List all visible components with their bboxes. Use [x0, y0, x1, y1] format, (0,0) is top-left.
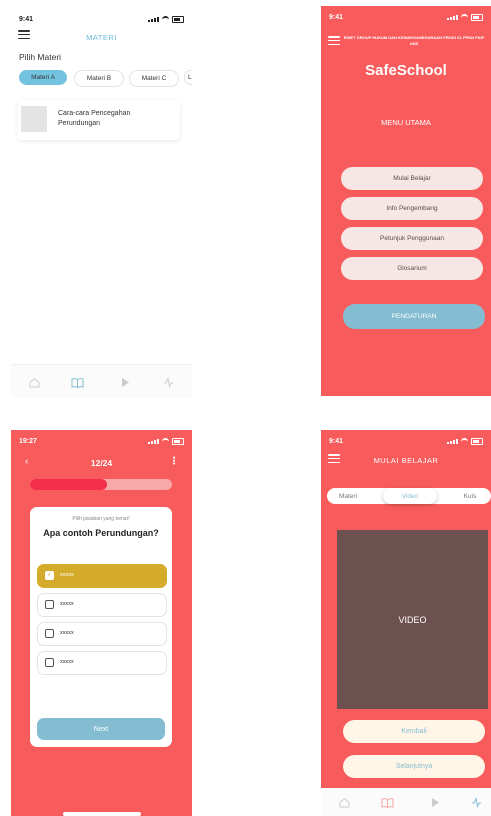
lesson-title: Cara-cara Pencegahan Perundungan	[58, 110, 131, 127]
bottom-nav	[11, 364, 192, 398]
wifi-icon	[461, 438, 468, 445]
answer-option-label: xxxxx	[60, 630, 74, 636]
home-indicator	[63, 812, 141, 816]
wifi-icon	[162, 438, 169, 445]
status-time: 9:41	[329, 14, 344, 21]
play-icon[interactable]	[431, 797, 440, 808]
question-hint: Pilih jawaban yang benar!	[72, 516, 130, 522]
question-counter: 12/24	[90, 458, 113, 468]
battery-icon	[172, 16, 184, 23]
status-time: 19:27	[19, 438, 37, 445]
menu-screen: 9:41 RISET GROUP HUKUM DAN KEWARGANEGARA…	[321, 6, 491, 396]
wifi-icon	[461, 14, 468, 21]
activity-icon[interactable]	[471, 797, 482, 808]
tab-materi[interactable]: Materi	[327, 488, 369, 504]
chip-materi-b[interactable]: Materi B	[74, 70, 124, 87]
checkbox-checked-icon: ✓	[45, 571, 54, 580]
status-icons	[447, 14, 483, 21]
answer-option-3[interactable]: xxxxx	[37, 622, 167, 646]
answer-option-label: xxxxx	[60, 601, 74, 607]
question-text: Apa contoh Perundungan?	[43, 528, 159, 538]
video-player[interactable]: VIDEO	[337, 530, 488, 709]
activity-icon[interactable]	[163, 377, 174, 388]
tab-video[interactable]: Video	[383, 488, 437, 504]
book-icon[interactable]	[381, 797, 394, 808]
checkbox-icon	[45, 658, 54, 667]
lesson-thumbnail	[21, 106, 47, 132]
quiz-progress-bar	[30, 479, 172, 490]
signal-icon	[148, 439, 159, 444]
answer-option-label: xxxxx	[60, 659, 74, 665]
tab-kuis[interactable]: Kuis	[449, 488, 491, 504]
info-pengembang-button[interactable]: Info Pengembang	[341, 197, 483, 220]
page-title: MULAI BELAJAR	[373, 456, 439, 465]
battery-icon	[172, 438, 184, 445]
page-title: MATERI	[86, 33, 117, 42]
home-icon[interactable]	[29, 377, 40, 388]
checkbox-icon	[45, 629, 54, 638]
answer-option-2[interactable]: xxxxx	[37, 593, 167, 617]
play-icon[interactable]	[121, 377, 130, 388]
quiz-screen: 19:27 ‹ 12/24 ⋮ Pilih jawaban yang benar…	[11, 430, 192, 816]
chip-materi-c[interactable]: Materi C	[129, 70, 179, 87]
answer-option-4[interactable]: xxxxx	[37, 651, 167, 675]
section-label: Pilih Materi	[19, 52, 62, 62]
more-options-icon[interactable]: ⋮	[169, 456, 179, 467]
question-card: Pilih jawaban yang benar! Apa contoh Per…	[30, 507, 172, 747]
menu-title: MENU UTAMA	[381, 118, 431, 127]
status-icons	[447, 438, 483, 445]
bottom-nav	[321, 788, 491, 816]
battery-icon	[471, 438, 483, 445]
answer-option-1[interactable]: ✓ xxxxx	[37, 564, 167, 588]
home-icon[interactable]	[339, 797, 350, 808]
signal-icon	[447, 439, 458, 444]
glosarium-button[interactable]: Glosarium	[341, 257, 483, 280]
answer-option-label: xxxxx	[60, 572, 74, 578]
battery-icon	[471, 14, 483, 21]
book-icon[interactable]	[71, 377, 84, 388]
petunjuk-penggunaan-button[interactable]: Petunjuk Penggunaan	[341, 227, 483, 250]
app-title: SafeSchool	[365, 62, 447, 79]
status-time: 9:41	[19, 16, 34, 23]
wifi-icon	[162, 16, 169, 23]
next-button[interactable]: Next	[37, 718, 165, 740]
status-icons	[148, 16, 184, 23]
checkbox-icon	[45, 600, 54, 609]
chip-partial[interactable]: L	[184, 70, 192, 85]
quiz-progress-fill	[30, 479, 107, 490]
lesson-card[interactable]: Cara-cara Pencegahan Perundungan	[18, 100, 180, 140]
status-icons	[148, 438, 184, 445]
signal-icon	[148, 17, 159, 22]
content-tabs: Materi Video Kuis	[327, 488, 491, 504]
materi-screen: 9:41 MATERI Pilih Materi Materi A Materi…	[11, 8, 192, 398]
signal-icon	[447, 15, 458, 20]
mulai-belajar-button[interactable]: Mulai Belajar	[341, 167, 483, 190]
status-time: 9:41	[329, 438, 344, 445]
header-text: RISET GROUP HUKUM DAN KEWARGANEGARAAN PR…	[343, 35, 485, 46]
kembali-button[interactable]: Kembali	[343, 720, 485, 743]
chip-materi-a[interactable]: Materi A	[19, 70, 67, 85]
selanjutnya-button[interactable]: Selanjutnya	[343, 755, 485, 778]
video-screen: 9:41 MULAI BELAJAR Materi Video Kuis VID…	[321, 430, 491, 816]
pengaturan-button[interactable]: PENGATURAN	[343, 304, 485, 329]
